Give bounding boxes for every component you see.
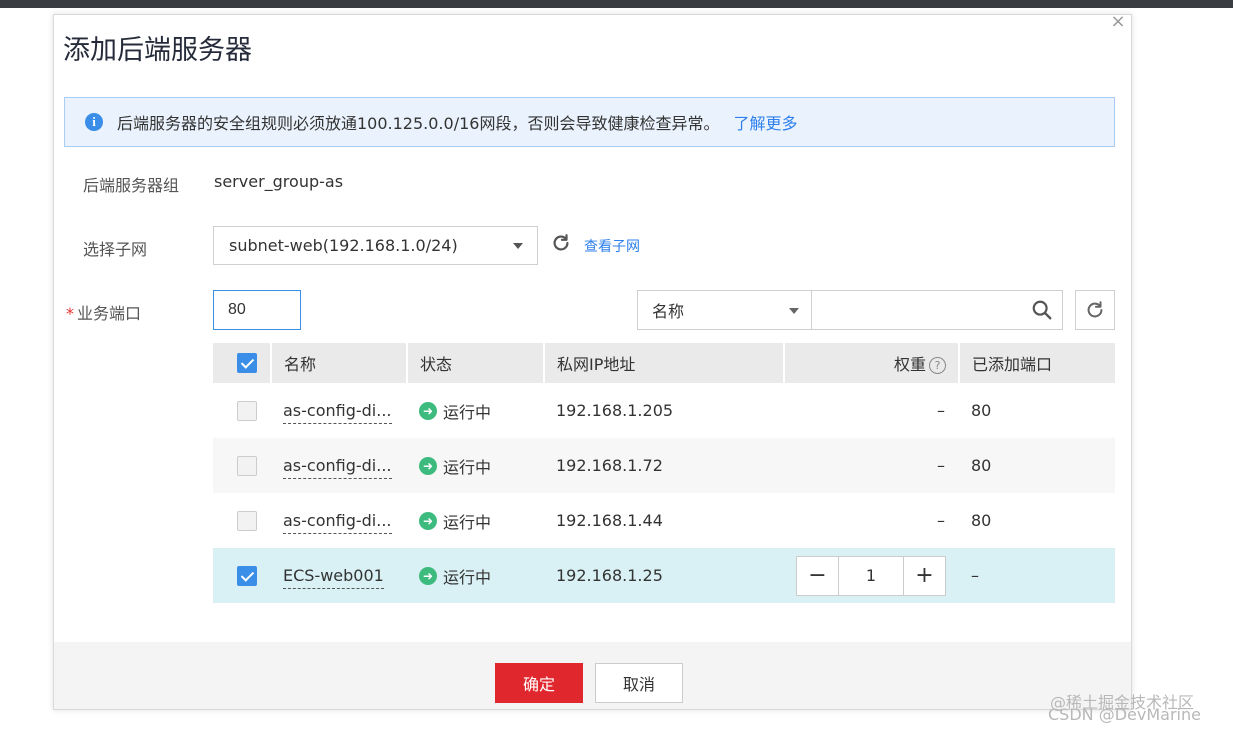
status-cell: ➜ 运行中 bbox=[407, 383, 544, 438]
learn-more-link[interactable]: 了解更多 bbox=[733, 110, 797, 134]
added-port-cell: 80 bbox=[959, 438, 1115, 493]
row-checkbox[interactable] bbox=[237, 400, 257, 421]
header-status[interactable]: 状态 bbox=[407, 343, 545, 383]
select-all-checkbox[interactable] bbox=[237, 353, 257, 374]
server-name[interactable]: ECS-web001 bbox=[283, 566, 384, 589]
header-ip[interactable]: 私网IP地址 bbox=[544, 343, 785, 383]
view-subnet-link[interactable]: 查看子网 bbox=[584, 236, 640, 256]
chevron-down-icon bbox=[789, 308, 799, 314]
business-port-label: * 业务端口 bbox=[66, 300, 141, 324]
help-icon[interactable]: ? bbox=[929, 357, 946, 374]
subnet-label: 选择子网 bbox=[83, 240, 148, 259]
search-button[interactable] bbox=[1020, 290, 1063, 330]
added-port-cell: 80 bbox=[971, 401, 992, 420]
subnet-select[interactable]: subnet-web(192.168.1.0/24) bbox=[213, 226, 538, 265]
close-icon[interactable]: × bbox=[1108, 12, 1128, 32]
notice-text: 后端服务器的安全组规则必须放通100.125.0.0/16网段，否则会导致健康检… bbox=[117, 114, 720, 133]
ip-cell: 192.168.1.205 bbox=[556, 401, 674, 420]
table-row[interactable]: as-config-di... ➜ 运行中 192.168.1.44 – 80 bbox=[213, 493, 1115, 548]
running-icon: ➜ bbox=[419, 456, 437, 475]
server-group-value: server_group-as bbox=[214, 172, 344, 191]
added-port-cell: – bbox=[959, 548, 1115, 603]
status-label: 运行中 bbox=[443, 457, 492, 477]
status: ➜ 运行中 bbox=[419, 399, 491, 423]
header-weight-label: 权重 bbox=[893, 355, 926, 374]
business-port-label-text: 业务端口 bbox=[77, 304, 142, 323]
table-header: 名称 状态 私网IP地址 权重? 已添加端口 bbox=[213, 343, 1115, 383]
running-icon: ➜ bbox=[419, 511, 437, 530]
status: ➜ 运行中 bbox=[419, 509, 491, 533]
decrement-button[interactable]: − bbox=[797, 557, 838, 595]
server-group-label: 后端服务器组 bbox=[83, 176, 180, 195]
added-port-cell: 80 bbox=[971, 511, 992, 530]
dialog-title: 添加后端服务器 bbox=[63, 35, 252, 66]
status-cell: ➜ 运行中 bbox=[407, 493, 544, 548]
table-row[interactable]: as-config-di... ➜ 运行中 192.168.1.72 – 80 bbox=[213, 438, 1115, 493]
row-checkbox-cell bbox=[213, 493, 271, 548]
subnet-select-value: subnet-web(192.168.1.0/24) bbox=[229, 236, 458, 255]
server-name-cell: as-config-di... bbox=[271, 493, 407, 548]
refresh-icon bbox=[1087, 301, 1103, 318]
running-icon: ➜ bbox=[419, 566, 437, 585]
running-icon: ➜ bbox=[419, 401, 437, 420]
security-notice: i 后端服务器的安全组规则必须放通100.125.0.0/16网段，否则会导致健… bbox=[64, 97, 1115, 147]
weight-cell: − 1 + bbox=[784, 548, 959, 603]
weight-value[interactable]: 1 bbox=[838, 556, 904, 595]
confirm-button[interactable]: 确定 bbox=[495, 663, 583, 703]
required-mark: * bbox=[66, 304, 74, 323]
server-table: 名称 状态 私网IP地址 权重? 已添加端口 as-config-di... ➜… bbox=[213, 343, 1115, 603]
watermark-csdn: CSDN @DevMarine bbox=[1048, 705, 1201, 724]
status: ➜ 运行中 bbox=[419, 454, 491, 478]
chevron-down-icon bbox=[513, 243, 523, 249]
search-field-select[interactable]: 名称 bbox=[637, 290, 811, 330]
row-checkbox[interactable] bbox=[237, 565, 257, 586]
weight-cell: – bbox=[937, 401, 945, 420]
table-row-selected[interactable]: ECS-web001 ➜ 运行中 192.168.1.25 − 1 + – bbox=[213, 548, 1115, 603]
header-weight: 权重? bbox=[784, 343, 960, 383]
row-checkbox[interactable] bbox=[237, 510, 257, 531]
increment-button[interactable]: + bbox=[904, 557, 945, 595]
server-name-cell: as-config-di... bbox=[271, 383, 407, 438]
server-name[interactable]: as-config-di... bbox=[283, 511, 392, 534]
row-checkbox[interactable] bbox=[237, 455, 257, 476]
header-added-port: 已添加端口 bbox=[959, 343, 1115, 383]
server-name[interactable]: as-config-di... bbox=[283, 456, 392, 479]
weight-cell: – bbox=[937, 511, 945, 530]
weight-stepper: − 1 + bbox=[796, 555, 946, 596]
status-label: 运行中 bbox=[443, 512, 492, 532]
row-checkbox-cell bbox=[213, 438, 271, 493]
status-label: 运行中 bbox=[443, 567, 492, 587]
select-all-cell bbox=[213, 343, 272, 383]
ip-cell: 192.168.1.44 bbox=[556, 511, 663, 530]
info-icon: i bbox=[85, 113, 103, 131]
row-checkbox-cell bbox=[213, 548, 271, 603]
refresh-icon[interactable] bbox=[550, 232, 572, 254]
server-name-cell: ECS-web001 bbox=[271, 548, 407, 603]
search-icon bbox=[1032, 300, 1051, 320]
ip-cell: 192.168.1.25 bbox=[544, 548, 784, 603]
status-label: 运行中 bbox=[443, 402, 492, 422]
dialog-footer bbox=[54, 642, 1131, 709]
status-cell: ➜ 运行中 bbox=[407, 548, 544, 603]
weight-cell: – bbox=[784, 438, 959, 493]
ip-cell: 192.168.1.72 bbox=[544, 438, 784, 493]
server-name[interactable]: as-config-di... bbox=[283, 401, 392, 424]
business-port-input[interactable] bbox=[213, 290, 301, 330]
search-field-value: 名称 bbox=[652, 302, 685, 321]
server-name-cell: as-config-di... bbox=[271, 438, 407, 493]
status-cell: ➜ 运行中 bbox=[407, 438, 544, 493]
cancel-button[interactable]: 取消 bbox=[595, 663, 683, 703]
header-name[interactable]: 名称 bbox=[271, 343, 408, 383]
row-checkbox-cell bbox=[213, 383, 271, 438]
top-bar bbox=[0, 0, 1233, 8]
table-refresh-button[interactable] bbox=[1075, 290, 1115, 330]
table-row[interactable]: as-config-di... ➜ 运行中 192.168.1.205 – 80 bbox=[213, 383, 1115, 438]
status: ➜ 运行中 bbox=[419, 564, 491, 588]
